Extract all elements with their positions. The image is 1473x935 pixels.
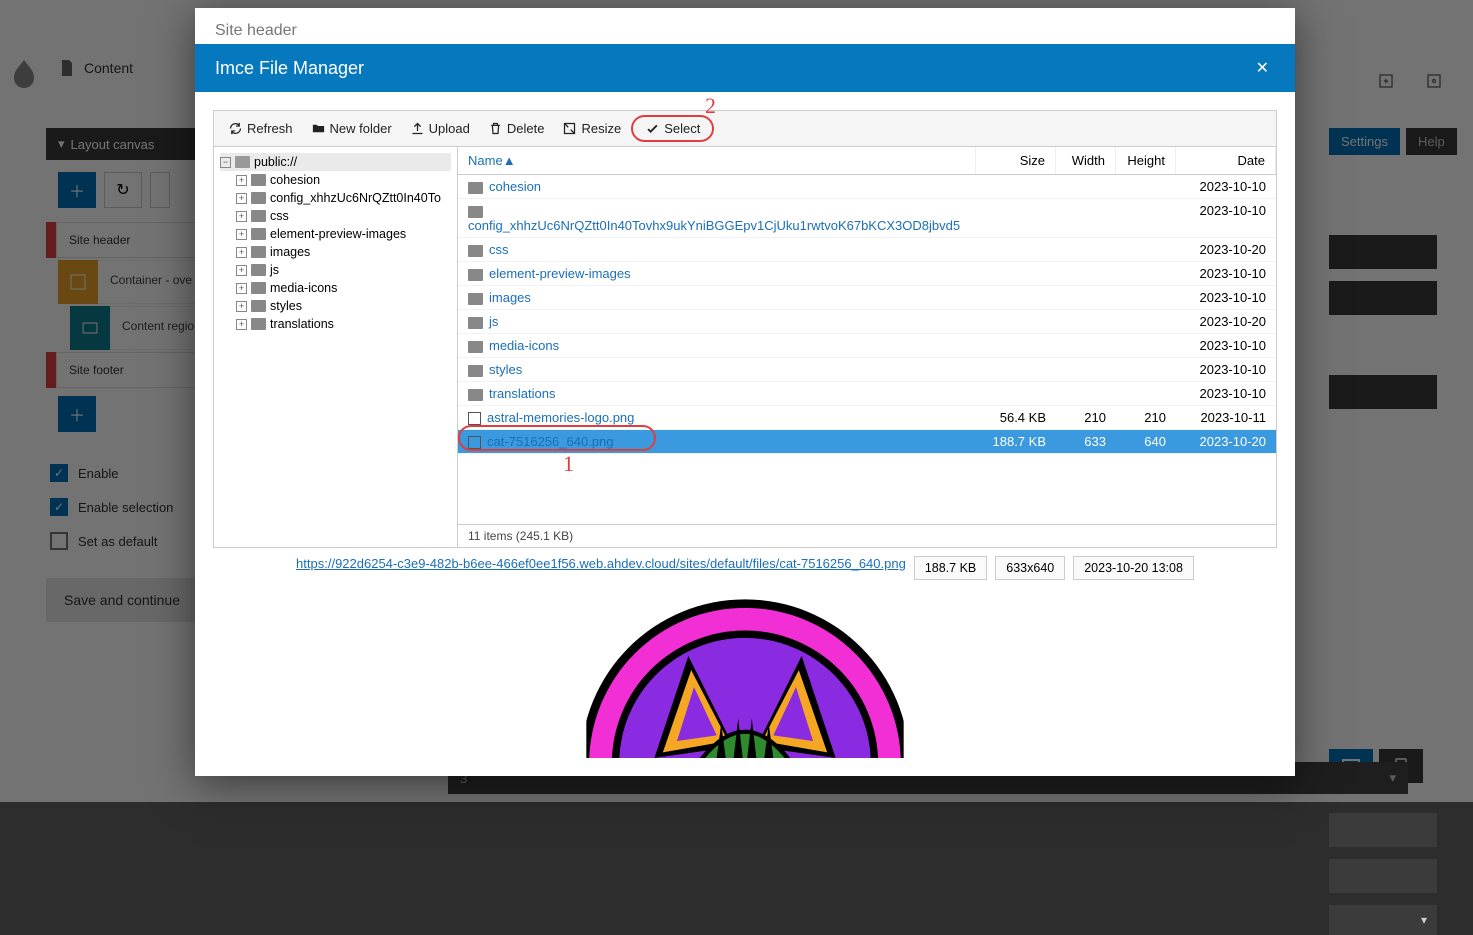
tree-item[interactable]: +images bbox=[220, 243, 451, 261]
upload-button[interactable]: Upload bbox=[402, 117, 478, 140]
refresh-icon bbox=[228, 121, 243, 136]
preview-image bbox=[213, 588, 1277, 758]
tree-item[interactable]: +media-icons bbox=[220, 279, 451, 297]
folder-tree: −public:// +cohesion+config_xhhzUc6NrQZt… bbox=[214, 147, 458, 547]
file-row[interactable]: media-icons2023-10-10 bbox=[458, 334, 1276, 358]
tree-item[interactable]: +cohesion bbox=[220, 171, 451, 189]
imce-dialog: Site header Imce File Manager ✕ Refresh … bbox=[195, 8, 1295, 776]
sort-by-width[interactable]: Width bbox=[1056, 147, 1116, 174]
tree-root[interactable]: −public:// bbox=[220, 153, 451, 171]
annotation-2: 2 bbox=[705, 93, 716, 119]
delete-button[interactable]: Delete bbox=[480, 117, 553, 140]
setting-field[interactable] bbox=[1329, 859, 1437, 893]
folder-icon bbox=[468, 389, 483, 401]
folder-icon bbox=[468, 245, 483, 257]
folder-icon bbox=[468, 317, 483, 329]
new-folder-button[interactable]: New folder bbox=[303, 117, 400, 140]
image-icon bbox=[468, 436, 481, 449]
dialog-context-title: Site header bbox=[195, 8, 1295, 44]
check-icon bbox=[645, 121, 660, 136]
folder-icon bbox=[468, 293, 483, 305]
folder-icon bbox=[468, 182, 483, 194]
file-list-header: Name▲ Size Width Height Date bbox=[458, 147, 1276, 175]
sort-asc-icon: ▲ bbox=[503, 153, 516, 168]
resize-button[interactable]: Resize bbox=[554, 117, 629, 140]
annotation-1: 1 bbox=[563, 451, 574, 477]
file-row[interactable]: js2023-10-20 bbox=[458, 310, 1276, 334]
trash-icon bbox=[488, 121, 503, 136]
image-icon bbox=[468, 412, 481, 425]
file-row[interactable]: styles2023-10-10 bbox=[458, 358, 1276, 382]
preview-url-link[interactable]: https://922d6254-c3e9-482b-b6ee-466ef0ee… bbox=[296, 556, 906, 580]
refresh-button[interactable]: Refresh bbox=[220, 117, 301, 140]
tree-item[interactable]: +css bbox=[220, 207, 451, 225]
setting-dropdown[interactable]: ▾ bbox=[1329, 905, 1437, 935]
dialog-title: Imce File Manager bbox=[215, 58, 364, 79]
folder-icon bbox=[468, 206, 483, 218]
tree-item[interactable]: +config_xhhzUc6NrQZtt0In40To bbox=[220, 189, 451, 207]
folder-plus-icon bbox=[311, 121, 326, 136]
dialog-close-button[interactable]: ✕ bbox=[1250, 56, 1275, 80]
file-row[interactable]: config_xhhzUc6NrQZtt0In40Tovhx9ukYniBGGE… bbox=[458, 199, 1276, 238]
sort-by-date[interactable]: Date bbox=[1176, 147, 1276, 174]
preview-size: 188.7 KB bbox=[914, 556, 987, 580]
resize-icon bbox=[562, 121, 577, 136]
folder-icon bbox=[468, 365, 483, 377]
preview-dims: 633x640 bbox=[995, 556, 1065, 580]
file-row[interactable]: cat-7516256_640.png188.7 KB6336402023-10… bbox=[458, 430, 1276, 454]
sort-by-name[interactable]: Name▲ bbox=[458, 147, 976, 174]
setting-field[interactable] bbox=[1329, 813, 1437, 847]
file-row[interactable]: cohesion2023-10-10 bbox=[458, 175, 1276, 199]
tree-item[interactable]: +translations bbox=[220, 315, 451, 333]
upload-icon bbox=[410, 121, 425, 136]
file-row[interactable]: element-preview-images2023-10-10 bbox=[458, 262, 1276, 286]
file-row[interactable]: css2023-10-20 bbox=[458, 238, 1276, 262]
status-bar: 11 items (245.1 KB) bbox=[458, 524, 1276, 547]
preview-info: https://922d6254-c3e9-482b-b6ee-466ef0ee… bbox=[213, 548, 1277, 588]
sort-by-height[interactable]: Height bbox=[1116, 147, 1176, 174]
tree-item[interactable]: +styles bbox=[220, 297, 451, 315]
file-list: Name▲ Size Width Height Date cohesion202… bbox=[458, 147, 1276, 547]
file-row[interactable]: translations2023-10-10 bbox=[458, 382, 1276, 406]
tree-item[interactable]: +element-preview-images bbox=[220, 225, 451, 243]
folder-icon bbox=[468, 341, 483, 353]
file-row[interactable]: images2023-10-10 bbox=[458, 286, 1276, 310]
file-manager: Refresh New folder Upload Delete Resize … bbox=[213, 110, 1277, 548]
folder-icon bbox=[468, 269, 483, 281]
cat-preview-svg bbox=[465, 588, 1025, 758]
preview-time: 2023-10-20 13:08 bbox=[1073, 556, 1194, 580]
tree-item[interactable]: +js bbox=[220, 261, 451, 279]
fm-toolbar: Refresh New folder Upload Delete Resize … bbox=[214, 111, 1276, 147]
file-row[interactable]: astral-memories-logo.png56.4 KB210210202… bbox=[458, 406, 1276, 430]
file-rows: cohesion2023-10-10config_xhhzUc6NrQZtt0I… bbox=[458, 175, 1276, 524]
select-button[interactable]: Select bbox=[631, 115, 714, 142]
dialog-header: Imce File Manager ✕ bbox=[195, 44, 1295, 92]
sort-by-size[interactable]: Size bbox=[976, 147, 1056, 174]
